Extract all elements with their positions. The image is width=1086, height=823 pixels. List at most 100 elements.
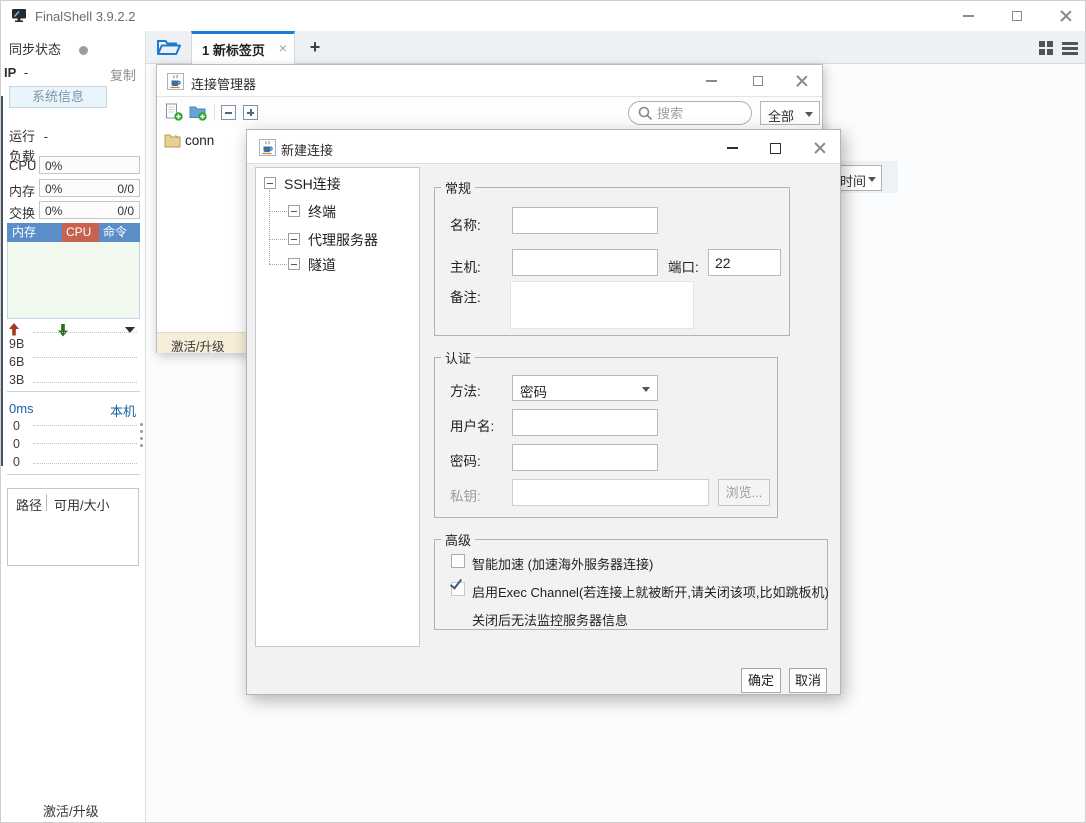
folder-icon: [164, 133, 181, 148]
tab-memory[interactable]: 内存: [7, 223, 62, 242]
copy-ip-link[interactable]: 复制: [110, 65, 136, 84]
new-folder-icon[interactable]: [189, 103, 207, 121]
note-label: 备注:: [450, 286, 481, 306]
menu-list-icon[interactable]: [1062, 42, 1078, 57]
time-sort-dropdown[interactable]: 时间: [834, 165, 882, 191]
tree-item-label: 终端: [308, 202, 336, 222]
close-icon: [814, 142, 826, 154]
ip-value: -: [24, 65, 28, 80]
download-arrow-icon: [58, 324, 68, 337]
port-input[interactable]: [708, 249, 781, 276]
filter-dropdown[interactable]: 全部: [760, 101, 820, 125]
connmgr-minimize-button[interactable]: [696, 67, 726, 95]
swap-ratio: 0/0: [117, 204, 134, 218]
ping-row-value: 0: [13, 419, 20, 433]
tree-connector: [269, 264, 287, 265]
newconn-maximize-button[interactable]: [760, 134, 790, 162]
sidebar-splitter-handle[interactable]: [140, 423, 144, 451]
newconn-minimize-button[interactable]: [717, 134, 747, 162]
disk-path-header: 路径: [16, 495, 42, 514]
activate-upgrade-tab[interactable]: 激活/升级: [171, 336, 224, 355]
open-folder-icon[interactable]: [156, 37, 182, 61]
mem-meter: 0% 0/0: [39, 179, 140, 197]
search-box[interactable]: [628, 101, 752, 125]
mem-value: 0%: [45, 182, 62, 196]
tree-item-label: SSH连接: [284, 174, 341, 194]
tab-new-page[interactable]: 1 新标签页 ×: [191, 31, 295, 64]
minimize-icon: [727, 147, 738, 149]
newconn-close-button[interactable]: [805, 134, 835, 162]
password-input[interactable]: [512, 444, 658, 471]
host-label[interactable]: 本机: [110, 401, 136, 420]
maximize-icon: [1012, 11, 1022, 21]
search-input[interactable]: [657, 104, 745, 122]
collapse-all-icon[interactable]: [221, 105, 236, 120]
connmgr-maximize-button[interactable]: [743, 67, 773, 95]
tab-cpu[interactable]: CPU: [62, 223, 99, 242]
cpu-meter: 0%: [39, 156, 140, 174]
activate-upgrade-link[interactable]: 激活/升级: [43, 801, 99, 820]
disk-table: 路径 可用/大小: [7, 488, 139, 566]
connmgr-titlebar: 连接管理器: [157, 65, 822, 97]
time-sort-label: 时间: [840, 171, 866, 190]
toolbar-separator: [214, 104, 215, 120]
layout-grid-icon[interactable]: [1039, 41, 1054, 56]
cpu-value: 0%: [45, 159, 62, 173]
swap-meter-row: 交换 0% 0/0: [1, 201, 146, 219]
tree-collapse-icon[interactable]: [288, 258, 300, 270]
method-dropdown[interactable]: 密码: [512, 375, 658, 401]
method-label: 方法:: [450, 380, 481, 400]
run-label: 运行: [9, 129, 35, 144]
cpu-label: CPU: [9, 158, 36, 173]
connmgr-toolbar: 全部: [157, 97, 822, 127]
new-connection-icon[interactable]: [165, 103, 183, 121]
smart-accel-checkbox[interactable]: [451, 554, 465, 568]
connmgr-title: 连接管理器: [191, 74, 256, 93]
system-info-button[interactable]: 系统信息: [9, 86, 107, 108]
tree-collapse-icon[interactable]: [264, 177, 276, 189]
close-button[interactable]: [1049, 1, 1083, 31]
advanced-legend: 高级: [441, 530, 475, 549]
host-input[interactable]: [512, 249, 658, 276]
swap-meter: 0% 0/0: [39, 201, 140, 219]
auth-legend: 认证: [441, 348, 475, 367]
window-title: FinalShell 3.9.2.2: [35, 9, 135, 24]
tab-close-icon[interactable]: ×: [279, 40, 287, 56]
java-app-icon: [259, 139, 276, 159]
minimize-icon: [706, 80, 717, 82]
tree-collapse-icon[interactable]: [288, 205, 300, 217]
connection-type-tree: SSH连接 终端 代理服务器 隧道: [255, 167, 420, 647]
tree-connector: [269, 190, 270, 264]
cancel-button[interactable]: 取消: [789, 668, 827, 693]
note-textarea[interactable]: [510, 281, 694, 329]
minimize-button[interactable]: [951, 1, 985, 31]
sidebar-edge-strip: [1, 96, 3, 466]
tab-command[interactable]: 命令: [99, 223, 140, 242]
tree-item-label: 隧道: [308, 255, 336, 275]
net-gridline: [33, 382, 137, 383]
swap-value: 0%: [45, 204, 62, 218]
chevron-down-icon: [868, 177, 876, 182]
tab-bar: 1 新标签页 × +: [146, 31, 1086, 64]
ping-row-value: 0: [13, 455, 20, 469]
disk-header-divider: [46, 494, 47, 511]
main-titlebar: FinalShell 3.9.2.2: [1, 1, 1085, 31]
net-tick: 6B: [9, 355, 24, 369]
username-input[interactable]: [512, 409, 658, 436]
name-input[interactable]: [512, 207, 658, 234]
privatekey-input[interactable]: [512, 479, 709, 506]
tree-collapse-icon[interactable]: [288, 233, 300, 245]
connmgr-close-button[interactable]: [787, 67, 817, 95]
browse-button[interactable]: 浏览...: [718, 479, 770, 506]
maximize-icon: [753, 76, 763, 86]
ok-button[interactable]: 确定: [741, 668, 781, 693]
content-area: 时间 连接管理器: [146, 64, 1086, 823]
method-value: 密码: [520, 381, 547, 401]
chevron-down-icon: [642, 387, 650, 392]
add-tab-button[interactable]: +: [304, 35, 326, 59]
java-app-icon: [167, 73, 184, 93]
mem-ratio: 0/0: [117, 182, 134, 196]
upload-arrow-icon: [9, 323, 19, 336]
maximize-button[interactable]: [1000, 1, 1034, 31]
expand-all-icon[interactable]: [243, 105, 258, 120]
